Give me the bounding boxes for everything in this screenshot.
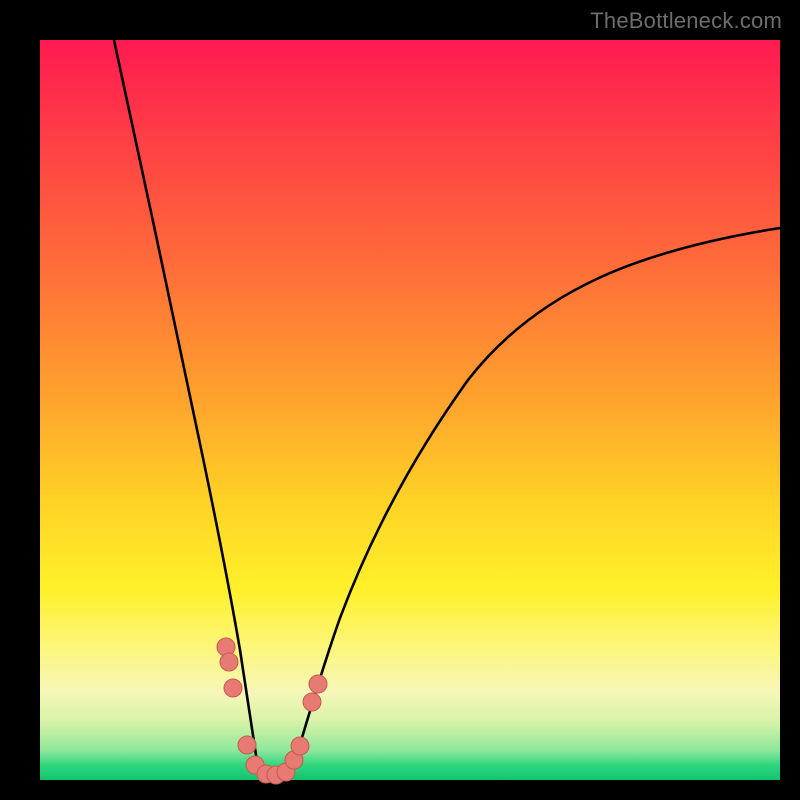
marker-dot: [303, 693, 321, 711]
marker-dot: [224, 679, 242, 697]
marker-dot: [309, 675, 327, 693]
curve-right: [292, 228, 780, 770]
marker-dot: [238, 736, 256, 754]
chart-svg: [40, 40, 780, 780]
outer-frame: TheBottleneck.com: [0, 0, 800, 800]
marker-dot: [220, 653, 238, 671]
marker-dot: [291, 737, 309, 755]
watermark-text: TheBottleneck.com: [590, 8, 782, 34]
plot-area: [40, 40, 780, 780]
marker-group: [217, 638, 327, 784]
